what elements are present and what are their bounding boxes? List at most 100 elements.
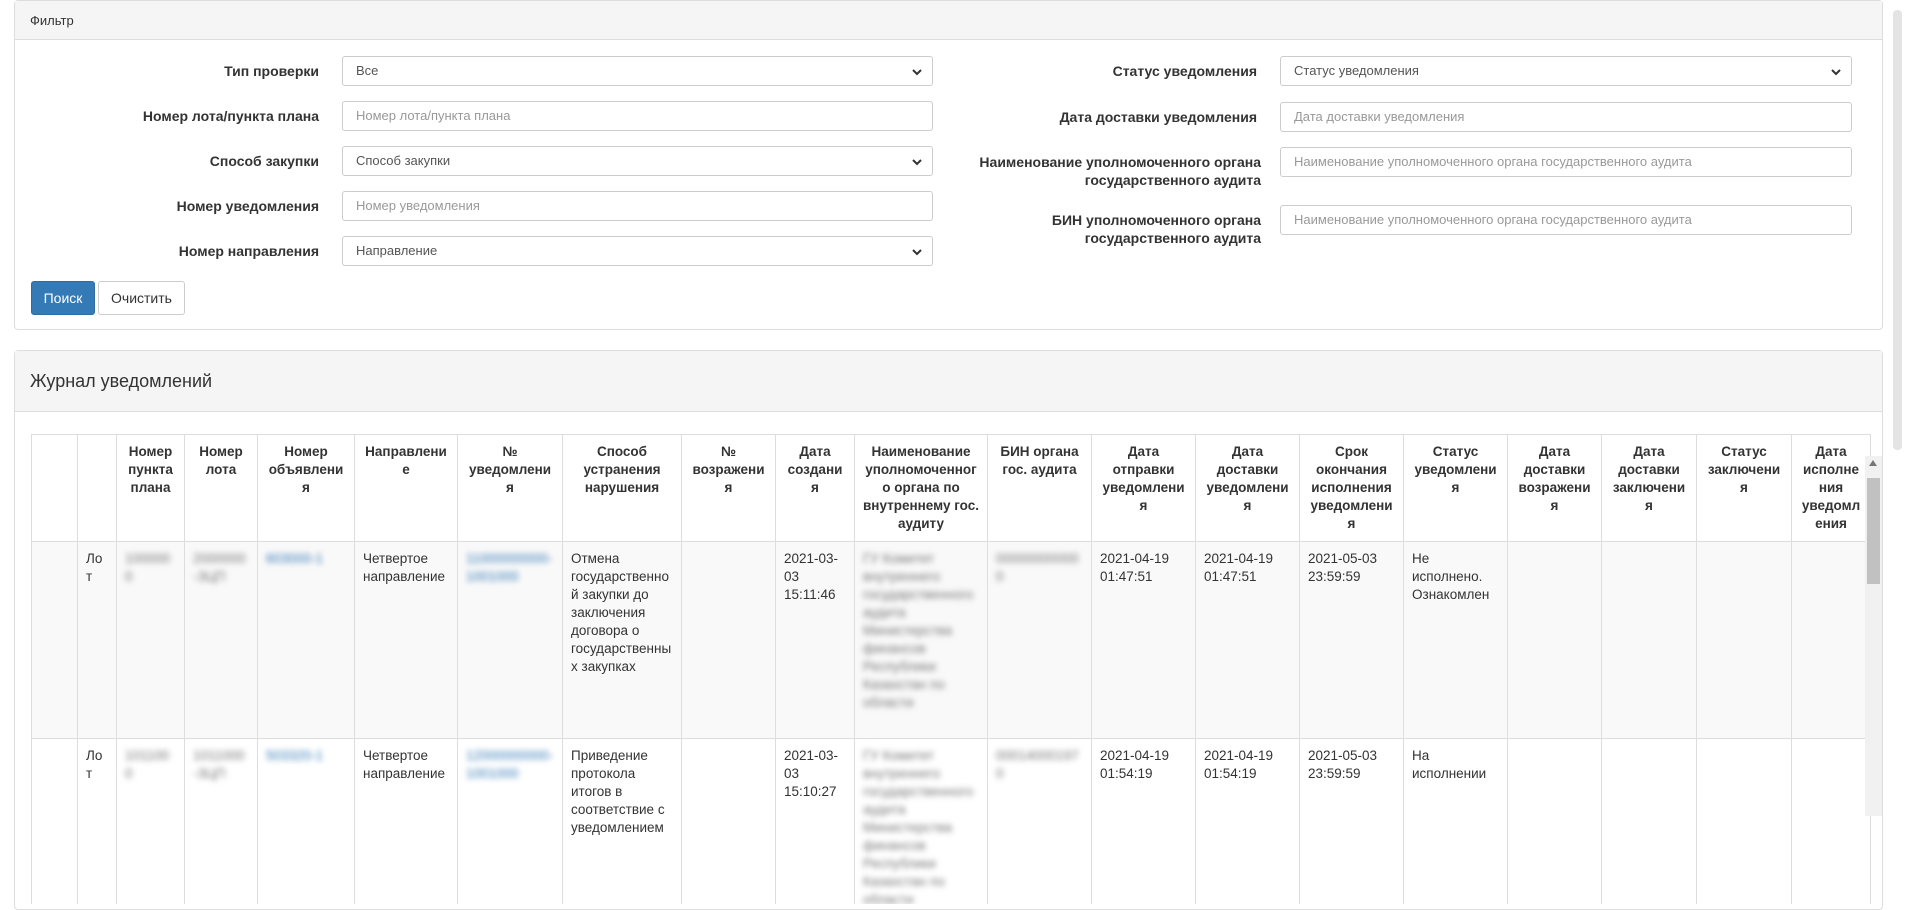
cell-delivered: 2021-04-19 01:54:19 xyxy=(1195,738,1300,904)
cell-delivered: 2021-04-19 01:47:51 xyxy=(1195,541,1300,739)
cell-conclusion-status xyxy=(1696,738,1792,904)
column-header-bin[interactable]: БИН органа гос. аудита xyxy=(987,434,1092,542)
label-delivery-date: Дата доставки уведомления xyxy=(1059,109,1257,125)
search-button[interactable]: Поиск xyxy=(31,281,95,315)
cell-bin: 000000000000 xyxy=(987,541,1092,739)
cell-conclusion-delivered xyxy=(1601,541,1697,739)
cell-lot-no: 2000000-ЗЦП xyxy=(184,541,258,739)
cell-direction: Четвертое направление xyxy=(354,738,458,904)
column-header-deadline[interactable]: Срок окончания исполнения уведомления xyxy=(1299,434,1404,542)
cell-objection-delivered xyxy=(1507,541,1602,739)
cell-executed xyxy=(1791,541,1871,739)
chevron-down-icon xyxy=(1831,69,1841,76)
label-notice-number: Номер уведомления xyxy=(176,198,319,214)
row-select-cell[interactable] xyxy=(31,738,78,904)
cell-created: 2021-03-03 15:11:46 xyxy=(775,541,855,739)
notices-table-wrap: Номер пункта плана Номер лота Номер объя… xyxy=(31,434,1883,904)
column-header-announcement-no[interactable]: Номер объявления xyxy=(257,434,355,542)
cell-status: Не исполнено. Ознакомлен xyxy=(1403,541,1508,739)
cell-announcement-no[interactable]: 603000-1 xyxy=(257,541,355,739)
cell-lot-no: 1011000-ЗЦП xyxy=(184,738,258,904)
column-header xyxy=(31,434,78,542)
chevron-down-icon xyxy=(912,159,922,166)
cell-authority: ГУ Комитет внутреннего государственного … xyxy=(854,738,988,904)
cell-objection-no xyxy=(681,738,776,904)
column-header-plan-no[interactable]: Номер пункта плана xyxy=(116,434,185,542)
column-header-status[interactable]: Статус уведомления xyxy=(1403,434,1508,542)
filter-panel: Фильтр Тип проверки Все Номер лота/пункт… xyxy=(14,0,1883,330)
column-header-objection-no[interactable]: № возражения xyxy=(681,434,776,542)
cell-objection-delivered xyxy=(1507,738,1602,904)
cell-authority: ГУ Комитет внутреннего государственного … xyxy=(854,541,988,739)
column-header-conclusion-delivered[interactable]: Дата доставки заключения xyxy=(1601,434,1697,542)
purchase-method-select[interactable]: Способ закупки xyxy=(342,146,933,176)
cell-plan-no: 1011000 xyxy=(116,738,185,904)
cell-created: 2021-03-03 15:10:27 xyxy=(775,738,855,904)
cell-bin: 000140001970 xyxy=(987,738,1092,904)
label-lot-number: Номер лота/пункта плана xyxy=(142,108,319,124)
label-notice-status: Статус уведомления xyxy=(1112,63,1257,79)
chevron-down-icon xyxy=(912,69,922,76)
label-purchase-method: Способ закупки xyxy=(209,153,319,169)
column-header-direction[interactable]: Направление xyxy=(354,434,458,542)
cell-type: Лот xyxy=(77,738,117,904)
column-header-objection-delivered[interactable]: Дата доставки возражения xyxy=(1507,434,1602,542)
notice-status-select[interactable]: Статус уведомления xyxy=(1280,56,1852,86)
notice-number-input[interactable]: Номер уведомления xyxy=(342,191,933,221)
clear-button[interactable]: Очистить xyxy=(98,281,185,315)
filter-panel-heading: Фильтр xyxy=(15,1,1882,40)
table-row[interactable]: Лот 1000000 2000000-ЗЦП 603000-1 Четверт… xyxy=(31,541,1871,739)
cell-status: На исполнении xyxy=(1403,738,1508,904)
column-header-created[interactable]: Дата создания xyxy=(775,434,855,542)
cell-remedy: Приведение протокола итогов в соответств… xyxy=(562,738,682,904)
audit-bin-input[interactable]: Наименование уполномоченного органа госу… xyxy=(1280,205,1852,235)
row-select-cell[interactable] xyxy=(31,541,78,739)
filter-title: Фильтр xyxy=(30,13,74,28)
lot-number-input[interactable]: Номер лота/пункта плана xyxy=(342,101,933,131)
column-header-delivered[interactable]: Дата доставки уведомления xyxy=(1195,434,1300,542)
cell-announcement-no[interactable]: 503320-1 xyxy=(257,738,355,904)
check-type-select[interactable]: Все xyxy=(342,56,933,86)
cell-notice-no[interactable]: 12000000000-1001000 xyxy=(457,738,563,904)
table-row[interactable]: Лот 1011000 1011000-ЗЦП 503320-1 Четверт… xyxy=(31,738,1871,904)
cell-type: Лот xyxy=(77,541,117,739)
column-header-notice-no[interactable]: № уведомления xyxy=(457,434,563,542)
column-header-lot-no[interactable]: Номер лота xyxy=(184,434,258,542)
column-header xyxy=(77,434,117,542)
page-scrollbar[interactable] xyxy=(1889,0,1906,892)
cell-conclusion-delivered xyxy=(1601,738,1697,904)
cell-direction: Четвертое направление xyxy=(354,541,458,739)
cell-deadline: 2021-05-03 23:59:59 xyxy=(1299,738,1404,904)
table-scrollbar-thumb[interactable] xyxy=(1867,478,1880,584)
column-header-authority[interactable]: Наименование уполномоченного органа по в… xyxy=(854,434,988,542)
delivery-date-input[interactable]: Дата доставки уведомления xyxy=(1280,102,1852,132)
page-scrollbar-thumb[interactable] xyxy=(1893,10,1902,450)
cell-deadline: 2021-05-03 23:59:59 xyxy=(1299,541,1404,739)
journal-panel-heading: Журнал уведомлений xyxy=(15,351,1882,412)
journal-title: Журнал уведомлений xyxy=(30,371,213,391)
cell-conclusion-status xyxy=(1696,541,1792,739)
scroll-up-arrow-icon[interactable] xyxy=(1869,460,1877,466)
column-header-sent[interactable]: Дата отправки уведомления xyxy=(1091,434,1196,542)
label-audit-bin: БИН уполномоченного органа государственн… xyxy=(1051,212,1261,246)
cell-sent: 2021-04-19 01:54:19 xyxy=(1091,738,1196,904)
chevron-down-icon xyxy=(912,249,922,256)
table-header-row: Номер пункта плана Номер лота Номер объя… xyxy=(31,434,1871,542)
column-header-executed[interactable]: Дата исполнения уведомления xyxy=(1791,434,1871,542)
table-scrollbar[interactable] xyxy=(1865,456,1882,816)
label-direction-number: Номер направления xyxy=(178,243,319,259)
column-header-remedy[interactable]: Способ устранения нарушения xyxy=(562,434,682,542)
label-audit-authority: Наименование уполномоченного органа госу… xyxy=(979,154,1261,188)
cell-executed xyxy=(1791,738,1871,904)
cell-notice-no[interactable]: 11000000000-1001000 xyxy=(457,541,563,739)
notices-table: Номер пункта плана Номер лота Номер объя… xyxy=(31,434,1871,904)
audit-authority-input[interactable]: Наименование уполномоченного органа госу… xyxy=(1280,147,1852,177)
column-header-conclusion-status[interactable]: Статус заключения xyxy=(1696,434,1792,542)
journal-panel: Журнал уведомлений Номер пункта плана Но… xyxy=(14,350,1883,910)
cell-sent: 2021-04-19 01:47:51 xyxy=(1091,541,1196,739)
cell-plan-no: 1000000 xyxy=(116,541,185,739)
cell-objection-no xyxy=(681,541,776,739)
direction-select[interactable]: Направление xyxy=(342,236,933,266)
cell-remedy: Отмена государственной закупки до заключ… xyxy=(562,541,682,739)
label-check-type: Тип проверки xyxy=(224,63,319,79)
